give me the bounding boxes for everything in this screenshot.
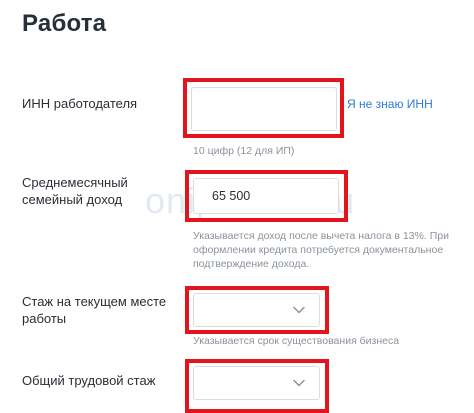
income-hint-line1: Указывается доход после вычета налога в … [193,230,449,242]
current-experience-label: Стаж на текущем месте работы [22,293,166,327]
total-experience-label: Общий трудовой стаж [22,373,156,388]
income-label-line2: семейный доход [22,192,123,207]
unknown-inn-link[interactable]: Я не знаю ИНН [347,97,433,111]
employer-inn-label: ИНН работодателя [22,96,138,111]
page-title: Работа [22,10,107,37]
current-experience-label-line1: Стаж на текущем месте [22,294,167,309]
income-value: 65 500 [212,189,251,203]
current-experience-select[interactable] [193,293,320,327]
total-experience-select[interactable] [193,366,320,400]
employer-inn-hint: 10 цифр (12 для ИП) [193,145,295,157]
income-hint: Указывается доход после вычета налога в … [193,229,449,271]
income-hint-line3: подтверждение дохода. [193,258,310,270]
income-hint-line2: оформлении кредита потребуется документа… [193,244,444,256]
employer-inn-input[interactable] [191,87,337,131]
current-experience-label-line2: работы [22,311,67,326]
income-label: Среднемесячный семейный доход [22,174,128,208]
income-input[interactable]: 65 500 [193,178,339,214]
current-experience-hint: Указывается срок существования бизнеса [193,335,400,347]
income-label-line1: Среднемесячный [22,175,128,190]
chevron-down-icon [293,306,305,314]
chevron-down-icon [293,379,305,387]
